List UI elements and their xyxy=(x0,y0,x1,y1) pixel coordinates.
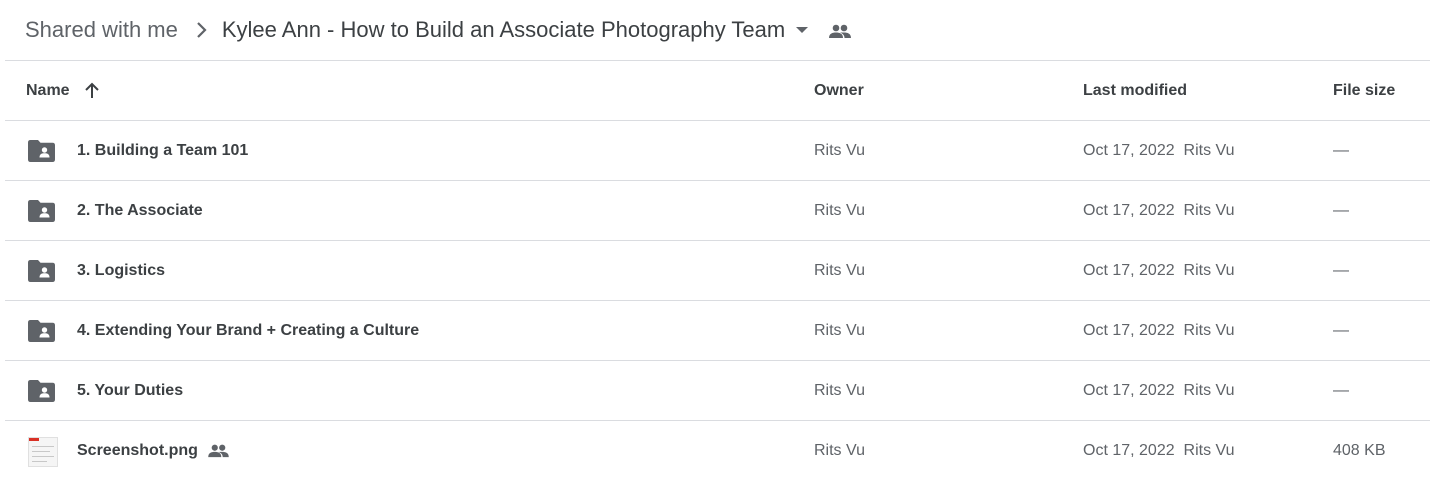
file-name[interactable]: 5. Your Duties xyxy=(77,382,183,400)
file-size: 408 KB xyxy=(1333,441,1386,459)
table-row[interactable]: 5. Your Duties Rits Vu Oct 17, 2022 Rits… xyxy=(0,361,1430,420)
shared-folder-icon xyxy=(28,181,55,240)
table-row[interactable]: 4. Extending Your Brand + Creating a Cul… xyxy=(0,301,1430,360)
file-size: — xyxy=(1333,141,1349,159)
modified-by: Rits Vu xyxy=(1183,321,1235,339)
table-row[interactable]: Screenshot.png Rits Vu Oct 17, 2022 Rits… xyxy=(0,421,1430,480)
table-row[interactable]: 3. Logistics Rits Vu Oct 17, 2022 Rits V… xyxy=(0,241,1430,300)
shared-folder-icon xyxy=(28,361,55,420)
table-row[interactable]: 2. The Associate Rits Vu Oct 17, 2022 Ri… xyxy=(0,181,1430,240)
chevron-right-icon xyxy=(196,21,208,39)
caret-down-icon[interactable] xyxy=(795,26,809,34)
breadcrumb-current-folder[interactable]: Kylee Ann - How to Build an Associate Ph… xyxy=(222,17,785,43)
column-header-owner[interactable]: Owner xyxy=(814,61,864,120)
column-header-file-size[interactable]: File size xyxy=(1333,61,1395,120)
modified-date: Oct 17, 2022 xyxy=(1083,441,1175,459)
modified-by: Rits Vu xyxy=(1183,141,1235,159)
shared-folder-icon xyxy=(28,121,55,180)
image-thumbnail xyxy=(28,421,58,480)
column-header-name-label: Name xyxy=(26,81,70,99)
file-size: — xyxy=(1333,381,1349,399)
owner: Rits Vu xyxy=(814,381,865,399)
modified-date: Oct 17, 2022 xyxy=(1083,141,1175,159)
breadcrumb-shared-with-me[interactable]: Shared with me xyxy=(25,13,178,47)
owner: Rits Vu xyxy=(814,441,865,459)
arrow-up-icon[interactable] xyxy=(84,82,100,99)
modified-by: Rits Vu xyxy=(1183,201,1235,219)
column-header-name[interactable]: Name xyxy=(26,61,100,120)
breadcrumb: Shared with me Kylee Ann - How to Build … xyxy=(0,0,1430,60)
modified-date: Oct 17, 2022 xyxy=(1083,261,1175,279)
shared-folder-icon xyxy=(28,301,55,360)
file-name[interactable]: 1. Building a Team 101 xyxy=(77,142,248,160)
file-name[interactable]: 3. Logistics xyxy=(77,262,165,280)
column-header-last-modified[interactable]: Last modified xyxy=(1083,61,1187,120)
owner: Rits Vu xyxy=(814,141,865,159)
modified-date: Oct 17, 2022 xyxy=(1083,381,1175,399)
file-size: — xyxy=(1333,261,1349,279)
modified-by: Rits Vu xyxy=(1183,381,1235,399)
table-row[interactable]: 1. Building a Team 101 Rits Vu Oct 17, 2… xyxy=(0,121,1430,180)
file-name[interactable]: 2. The Associate xyxy=(77,202,203,220)
people-icon xyxy=(208,444,229,458)
file-name[interactable]: Screenshot.png xyxy=(77,442,198,460)
file-size: — xyxy=(1333,321,1349,339)
owner: Rits Vu xyxy=(814,261,865,279)
last-modified: Oct 17, 2022 Rits Vu xyxy=(1083,301,1235,360)
last-modified: Oct 17, 2022 Rits Vu xyxy=(1083,361,1235,420)
last-modified: Oct 17, 2022 Rits Vu xyxy=(1083,241,1235,300)
modified-by: Rits Vu xyxy=(1183,441,1235,459)
owner: Rits Vu xyxy=(814,201,865,219)
column-header-row: Name Owner Last modified File size xyxy=(0,61,1430,120)
people-icon[interactable] xyxy=(829,24,852,39)
last-modified: Oct 17, 2022 Rits Vu xyxy=(1083,121,1235,180)
shared-folder-icon xyxy=(28,241,55,300)
file-size: — xyxy=(1333,201,1349,219)
last-modified: Oct 17, 2022 Rits Vu xyxy=(1083,181,1235,240)
modified-date: Oct 17, 2022 xyxy=(1083,321,1175,339)
file-name[interactable]: 4. Extending Your Brand + Creating a Cul… xyxy=(77,322,419,340)
last-modified: Oct 17, 2022 Rits Vu xyxy=(1083,421,1235,480)
modified-by: Rits Vu xyxy=(1183,261,1235,279)
modified-date: Oct 17, 2022 xyxy=(1083,201,1175,219)
owner: Rits Vu xyxy=(814,321,865,339)
